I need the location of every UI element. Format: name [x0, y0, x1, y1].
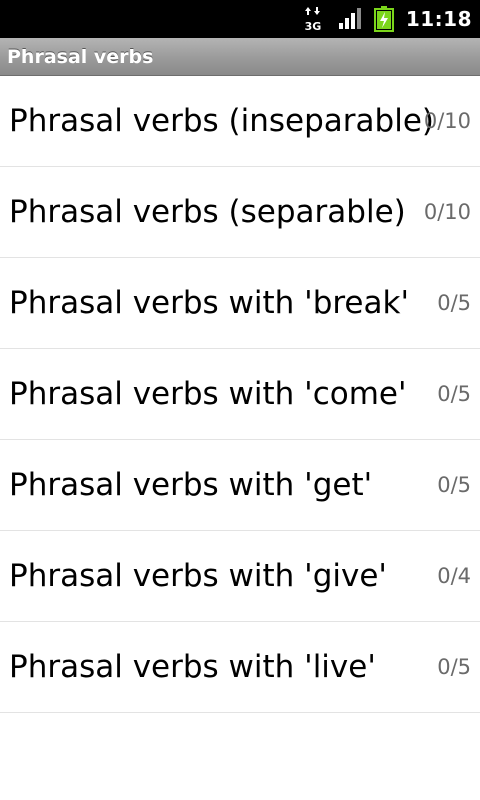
list-item-label: Phrasal verbs with 'give' [9, 558, 387, 594]
page-title: Phrasal verbs [7, 46, 154, 68]
list-item[interactable]: Phrasal verbs with 'break' 0/5 [0, 258, 480, 349]
list-item-count: 0/5 [437, 473, 471, 497]
list-item[interactable]: Phrasal verbs with 'get' 0/5 [0, 440, 480, 531]
list-item[interactable]: Phrasal verbs with 'live' 0/5 [0, 622, 480, 713]
list-item-label: Phrasal verbs with 'break' [9, 285, 409, 321]
list-item[interactable]: Phrasal verbs with 'give' 0/4 [0, 531, 480, 622]
list-item-count: 0/5 [437, 291, 471, 315]
signal-strength-icon [338, 8, 361, 29]
list-item-label: Phrasal verbs with 'come' [9, 376, 407, 412]
list-item-label: Phrasal verbs (separable) [9, 194, 406, 230]
list-item-count: 0/5 [437, 382, 471, 406]
list-item-label: Phrasal verbs with 'live' [9, 649, 376, 685]
data-3g-icon: 3G [304, 7, 321, 32]
list-item-count: 0/10 [423, 200, 471, 224]
status-icons: 3G 11:18 [302, 0, 472, 38]
list-item[interactable]: Phrasal verbs with 'come' 0/5 [0, 349, 480, 440]
list-item-label: Phrasal verbs with 'get' [9, 467, 373, 503]
list-item[interactable]: Phrasal verbs (inseparable) 0/10 [0, 76, 480, 167]
status-time: 11:18 [405, 7, 472, 31]
network-label: 3G [304, 20, 321, 32]
list-item-label: Phrasal verbs (inseparable) [9, 103, 434, 139]
list-item-count: 0/10 [423, 109, 471, 133]
list-item[interactable]: Phrasal verbs (separable) 0/10 [0, 167, 480, 258]
list-item-count: 0/4 [437, 564, 471, 588]
phrasal-verbs-list: Phrasal verbs (inseparable) 0/10 Phrasal… [0, 76, 480, 713]
list-item-count: 0/5 [437, 655, 471, 679]
battery-charging-icon [373, 6, 394, 32]
title-bar: Phrasal verbs [0, 38, 480, 76]
status-bar: 3G 11:18 [0, 0, 480, 38]
